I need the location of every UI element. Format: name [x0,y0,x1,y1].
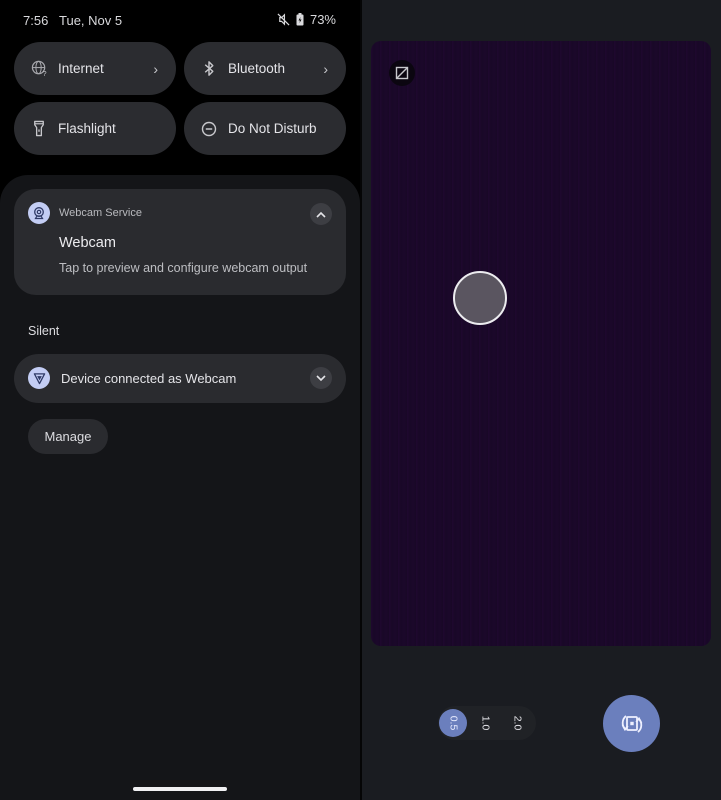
quick-settings-tiles: ? Internet › Bluetooth › Flashlight Do N… [14,42,346,155]
notification-title: Webcam [59,235,116,251]
chevron-up-icon [316,211,326,218]
do-not-disturb-icon [200,120,218,138]
globe-question-icon: ? [30,60,48,78]
mute-icon [277,13,290,26]
usb-shield-icon [28,367,50,389]
tile-label: Bluetooth [228,61,286,76]
hdr-off-icon [395,66,409,80]
chevron-right-icon: › [323,60,328,77]
status-time: 7:56 [23,13,49,28]
switch-camera-button[interactable] [603,695,660,752]
zoom-option-label: 2.0 [510,715,523,731]
collapse-button[interactable] [310,203,332,225]
zoom-option-2-0[interactable]: 2.0 [503,709,531,737]
zoom-option-label: 1.0 [478,715,491,731]
zoom-selector: 0.5 1.0 2.0 [438,706,536,740]
status-bar: 7:56 Tue, Nov 5 73% [0,0,360,40]
device-connected-notification[interactable]: Device connected as Webcam [14,354,346,403]
battery-charging-icon [296,13,304,26]
tile-do-not-disturb[interactable]: Do Not Disturb [184,102,346,155]
battery-percent: 73% [309,12,336,27]
webcam-service-notification[interactable]: Webcam Service Webcam Tap to preview and… [14,189,346,295]
tile-label: Internet [58,61,104,76]
zoom-option-1-0[interactable]: 1.0 [471,709,499,737]
webcam-icon [28,202,50,224]
silent-section-label: Silent [28,324,60,338]
chevron-right-icon: › [153,60,158,77]
tile-label: Do Not Disturb [228,121,317,136]
switch-camera-icon [621,714,642,733]
expand-button[interactable] [310,367,332,389]
focus-indicator[interactable] [453,271,507,325]
notification-app-name: Webcam Service [59,207,142,219]
manage-button[interactable]: Manage [28,419,108,454]
tile-bluetooth[interactable]: Bluetooth › [184,42,346,95]
notification-text: Device connected as Webcam [61,371,237,386]
notification-shade-pane: 7:56 Tue, Nov 5 73% ? Internet › Bluetoo… [0,0,360,800]
bluetooth-icon [200,60,218,78]
notification-text: Tap to preview and configure webcam outp… [59,261,308,275]
zoom-option-label: 0.5 [446,715,459,731]
tile-internet[interactable]: ? Internet › [14,42,176,95]
hdr-toggle-button[interactable] [389,60,415,86]
status-icons: 73% [277,12,336,27]
chevron-down-icon [316,374,326,381]
zoom-option-0-5[interactable]: 0.5 [439,709,467,737]
camera-preview[interactable] [371,41,711,646]
flashlight-icon [30,120,48,138]
tile-flashlight[interactable]: Flashlight [14,102,176,155]
status-date: Tue, Nov 5 [59,13,123,28]
home-gesture-bar[interactable] [133,787,227,791]
webcam-preview-pane: 0.5 1.0 2.0 [362,0,721,800]
svg-text:?: ? [42,69,46,77]
tile-label: Flashlight [58,121,116,136]
